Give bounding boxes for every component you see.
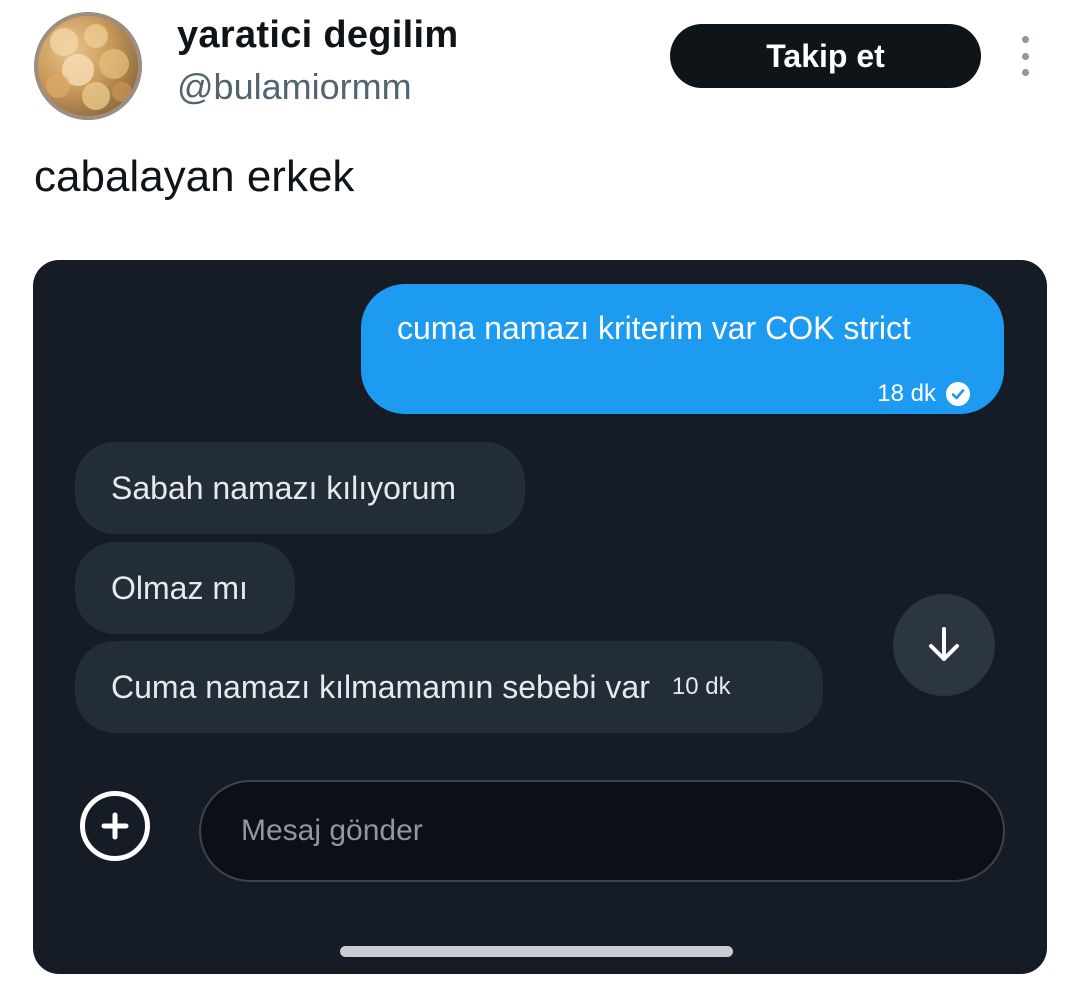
received-message-bubble: Olmaz mı — [75, 542, 295, 634]
received-message-bubble: Cuma namazı kılmamamın sebebi var 10 dk — [75, 641, 823, 733]
sent-message-bubble: cuma namazı kriterim var COK strict 18 d… — [361, 284, 1004, 414]
received-message-text: Sabah namazı kılıyorum — [111, 469, 457, 506]
avatar[interactable] — [34, 12, 142, 120]
follow-button[interactable]: Takip et — [670, 24, 981, 88]
sent-message-text: cuma namazı kriterim var COK strict — [397, 310, 911, 346]
received-message-bubble: Sabah namazı kılıyorum — [75, 442, 525, 534]
tweet-text: cabalayan erkek — [34, 152, 355, 201]
arrow-down-icon — [929, 627, 959, 661]
plus-circle-icon — [101, 812, 129, 840]
scroll-down-button[interactable] — [893, 594, 995, 696]
dm-screenshot: cuma namazı kriterim var COK strict 18 d… — [33, 260, 1047, 974]
check-circle-icon — [946, 382, 970, 406]
sent-message-meta: 18 dk — [877, 380, 970, 408]
sent-message-time: 18 dk — [877, 380, 936, 407]
home-indicator — [340, 946, 733, 957]
display-name[interactable]: yaratici degilim — [177, 14, 458, 57]
received-message-text: Olmaz mı — [111, 569, 248, 606]
message-input[interactable] — [199, 780, 1005, 882]
received-message-text: Cuma namazı kılmamamın sebebi var — [111, 668, 650, 705]
more-vertical-icon[interactable] — [1010, 36, 1040, 76]
add-attachment-button[interactable] — [80, 791, 150, 861]
received-message-time: 10 dk — [671, 673, 731, 700]
user-handle[interactable]: @bulamiormm — [177, 66, 412, 108]
avatar-photo — [34, 12, 142, 120]
